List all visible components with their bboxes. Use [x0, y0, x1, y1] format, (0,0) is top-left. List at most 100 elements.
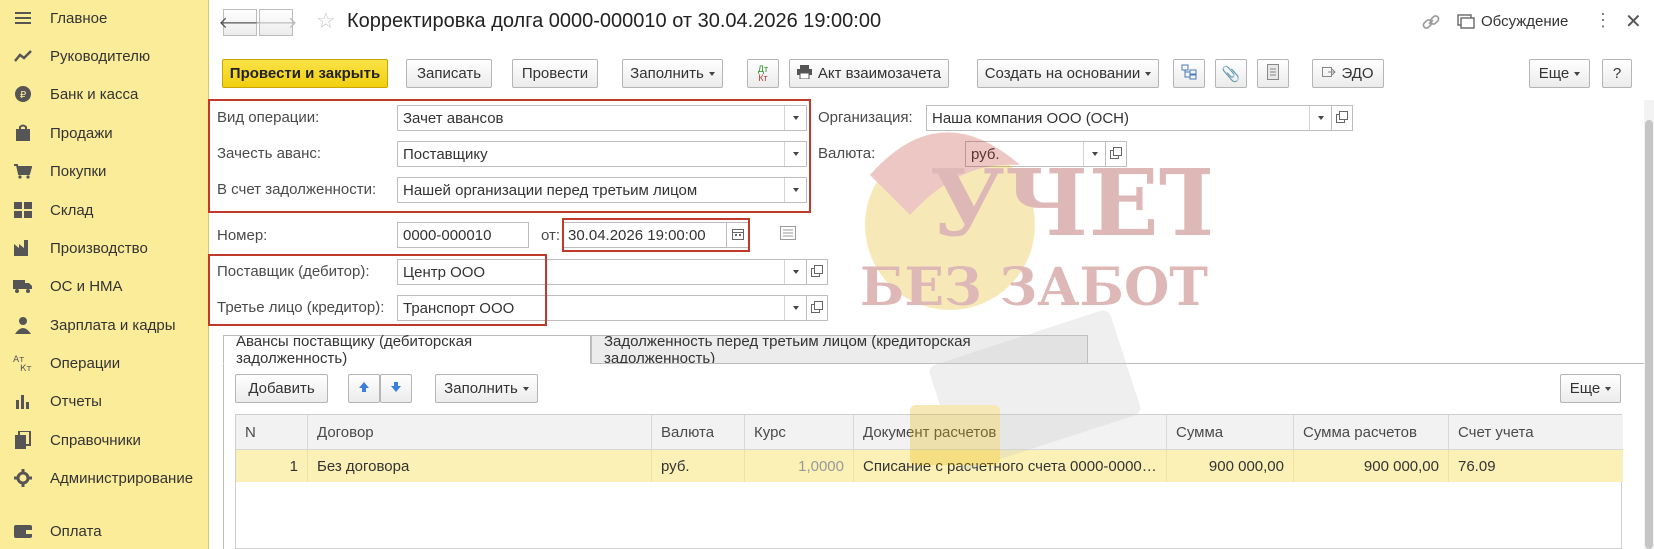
sidebar-item-assets[interactable]: ОС и НМА [0, 268, 209, 304]
document-button[interactable] [1257, 59, 1289, 88]
close-icon[interactable]: ✕ [1625, 9, 1642, 34]
open-icon [811, 264, 823, 280]
column-header[interactable]: Валюта [652, 415, 745, 450]
column-header[interactable]: N [236, 415, 308, 450]
column-header[interactable]: Документ расчетов [854, 415, 1167, 450]
sidebar-item-warehouse[interactable]: Склад [0, 192, 209, 228]
create-based-on-button[interactable]: Создать на основании [977, 59, 1159, 88]
operation-type-select[interactable]: Зачет авансов [397, 105, 807, 131]
attach-button[interactable]: 📎 [1215, 59, 1247, 88]
comment-icon[interactable] [780, 226, 796, 243]
sidebar-item-director[interactable]: Руководителю [0, 38, 209, 74]
chevron-down-icon [1574, 71, 1581, 76]
create-based-label: Создать на основании [984, 65, 1141, 82]
sidebar-item-bank[interactable]: ₽ Банк и касса [0, 76, 209, 112]
vertical-scrollbar[interactable] [1644, 100, 1654, 549]
sidebar-item-main[interactable]: Главное [0, 0, 209, 36]
chevron-down-icon[interactable] [784, 260, 806, 284]
sidebar-item-reports[interactable]: Отчеты [0, 383, 209, 419]
move-down-button[interactable] [380, 374, 412, 403]
chevron-down-icon [1605, 386, 1612, 391]
third-party-select[interactable]: Транспорт ООО [397, 295, 807, 321]
column-header[interactable]: Договор [308, 415, 652, 450]
third-party-value: Транспорт ООО [403, 299, 515, 317]
chevron-down-icon[interactable] [784, 142, 806, 166]
number-input[interactable]: 0000-000010 [397, 222, 529, 248]
truck-icon [13, 276, 33, 296]
currency-select[interactable]: руб. [965, 141, 1106, 167]
cell-document: Списание с расчетного счета 0000-0000… [854, 450, 1167, 482]
sidebar-item-label: Покупки [50, 162, 107, 180]
help-button[interactable]: ? [1602, 59, 1632, 88]
chevron-down-icon[interactable] [1083, 142, 1105, 166]
dt-kt-button[interactable]: Дт Кт [747, 59, 779, 88]
sidebar-item-payment[interactable]: Оплата [0, 513, 209, 549]
post-button[interactable]: Провести [512, 59, 598, 88]
star-icon[interactable]: ☆ [316, 8, 336, 34]
sidebar-item-operations[interactable]: Ат Кт Операции [0, 345, 209, 381]
table-more-button[interactable]: Еще [1560, 374, 1621, 403]
move-up-button[interactable] [348, 374, 380, 403]
date-input[interactable]: 30.04.2026 19:00:00 [562, 222, 727, 248]
dt-kt-icon: Дт Кт [757, 63, 769, 83]
add-row-button[interactable]: Добавить [235, 374, 328, 403]
sidebar-item-catalogs[interactable]: Справочники [0, 422, 209, 458]
sidebar-item-purchases[interactable]: Покупки [0, 153, 209, 189]
currency-value: руб. [971, 145, 1000, 163]
sidebar-item-admin[interactable]: Администрирование [0, 460, 209, 496]
fill-table-button[interactable]: Заполнить [435, 374, 538, 403]
cell-contract: Без договора [308, 450, 652, 482]
cell-currency: руб. [652, 450, 745, 482]
supplier-open-button[interactable] [806, 259, 828, 285]
operation-type-label: Вид операции: [217, 109, 320, 126]
supplier-select[interactable]: Центр ООО [397, 259, 807, 285]
sidebar-item-label: Администрирование [50, 469, 194, 487]
sidebar-item-salary[interactable]: Зарплата и кадры [0, 307, 209, 343]
column-header[interactable]: Сумма [1167, 415, 1294, 450]
calendar-button[interactable] [726, 222, 750, 248]
document-icon [1267, 63, 1279, 84]
cell-sum: 900 000,00 [1167, 450, 1294, 482]
chevron-down-icon[interactable] [784, 178, 806, 202]
third-party-open-button[interactable] [806, 295, 828, 321]
column-header[interactable]: Счет учета [1449, 415, 1623, 450]
currency-open-button[interactable] [1105, 141, 1127, 167]
supplier-value: Центр ООО [403, 263, 486, 281]
post-and-close-button[interactable]: Провести и закрыть [222, 59, 388, 88]
svg-text:Кт: Кт [20, 364, 32, 372]
forward-button[interactable]: 🡒 [255, 9, 297, 36]
organization-open-button[interactable] [1331, 105, 1353, 131]
svg-text:₽: ₽ [20, 90, 27, 101]
organization-select[interactable]: Наша компания ООО (ОСН) [926, 105, 1332, 131]
scrollbar-thumb[interactable] [1645, 120, 1653, 549]
chevron-down-icon[interactable] [1309, 106, 1331, 130]
offset-act-button[interactable]: Акт взаимозачета [789, 59, 949, 88]
column-header[interactable]: Сумма расчетов [1294, 415, 1449, 450]
back-button[interactable]: 🡐 [219, 9, 261, 36]
sidebar: Главное Руководителю ₽ Банк и касса Прод… [0, 0, 209, 549]
sidebar-item-label: Главное [50, 9, 108, 27]
tab-supplier-advances[interactable]: Авансы поставщику (дебиторская задолженн… [223, 333, 591, 367]
link-icon[interactable] [1421, 12, 1441, 35]
more-button[interactable]: Еще [1529, 59, 1590, 88]
debt-account-select[interactable]: Нашей организации перед третьим лицом [397, 177, 807, 203]
structure-button[interactable] [1173, 59, 1205, 88]
save-button[interactable]: Записать [406, 59, 492, 88]
discussion-link[interactable]: Обсуждение [1481, 13, 1568, 30]
number-label: Номер: [217, 227, 268, 244]
sidebar-item-label: Банк и касса [50, 85, 139, 103]
tab-third-party-debt[interactable]: Задолженность перед третьим лицом (креди… [591, 333, 1088, 367]
cell-settlement-sum: 900 000,00 [1294, 450, 1449, 482]
trend-icon [13, 46, 33, 66]
chevron-down-icon[interactable] [784, 296, 806, 320]
sidebar-item-production[interactable]: Производство [0, 230, 209, 266]
sidebar-item-label: Оплата [50, 522, 102, 540]
more-vertical-icon[interactable]: ⋮ [1594, 10, 1612, 31]
offset-advance-select[interactable]: Поставщику [397, 141, 807, 167]
chevron-down-icon[interactable] [784, 106, 806, 130]
fill-dropdown-button[interactable]: Заполнить [622, 59, 723, 88]
sidebar-item-label: Склад [50, 201, 94, 219]
column-header[interactable]: Курс [745, 415, 854, 450]
sidebar-item-sales[interactable]: Продажи [0, 115, 209, 151]
edo-button[interactable]: ЭДО [1312, 59, 1384, 88]
